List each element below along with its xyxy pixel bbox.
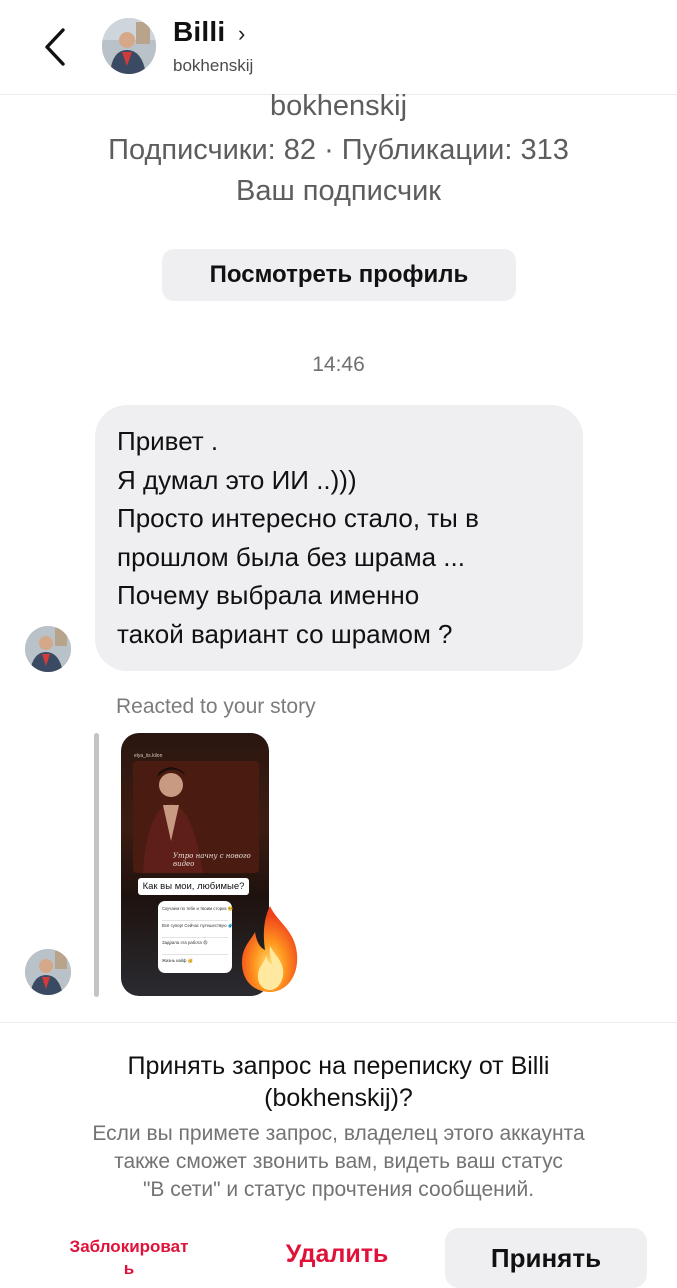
message-line: Почему выбрала именно xyxy=(117,580,420,610)
message-line: Привет . xyxy=(117,426,219,456)
reply-indicator-bar xyxy=(94,733,99,997)
message-line: прошлом была без шрама ... xyxy=(117,541,465,572)
divider xyxy=(162,954,228,955)
divider xyxy=(162,920,228,921)
chevron-right-icon[interactable]: › xyxy=(238,21,245,47)
request-desc-line: "В сети" и статус прочтения сообщений. xyxy=(142,1178,535,1201)
request-title-line: Принять запрос на переписку от Billi xyxy=(127,1052,550,1080)
block-button[interactable]: Заблокироват ь xyxy=(46,1236,212,1280)
message-line: такой вариант со шрамом ? xyxy=(117,618,453,649)
story-caption: Утро начну с нового видео xyxy=(173,852,251,868)
back-arrow-icon[interactable] xyxy=(38,24,78,70)
request-title-line: (bokhenskij)? xyxy=(264,1084,413,1112)
request-desc-line: также сможет звонить вам, видеть ваш ста… xyxy=(114,1150,563,1173)
view-profile-button[interactable]: Посмотреть профиль xyxy=(162,249,516,301)
divider xyxy=(162,937,228,938)
header-name[interactable]: Billi xyxy=(173,16,225,48)
request-desc-line: Если вы примете запрос, владелец этого а… xyxy=(92,1122,585,1145)
message-line: Просто интересно стало, ты в xyxy=(117,503,479,533)
accept-button[interactable]: Принять xyxy=(445,1228,647,1288)
story-answer: Всё супер! Сейчас путешествую 🧳 xyxy=(162,923,234,928)
header-username: bokhenskij xyxy=(173,56,254,75)
block-label: ь xyxy=(123,1259,135,1278)
sender-avatar[interactable] xyxy=(25,949,71,995)
story-handle: elya_iis.kilon xyxy=(134,753,163,759)
request-title: Принять запрос на переписку от Billi (bo… xyxy=(0,1050,677,1114)
message-bubble[interactable]: Привет . Я думал это ИИ ..))) Просто инт… xyxy=(95,405,583,671)
sender-avatar[interactable] xyxy=(25,626,71,672)
block-label: Заблокироват xyxy=(69,1237,189,1256)
story-answer: Скучаем по тебе и твоим сториз 🥺 xyxy=(162,906,234,911)
story-answer: Жизнь кайф 🥳 xyxy=(162,958,193,963)
request-description: Если вы примете запрос, владелец этого а… xyxy=(0,1120,677,1204)
reacted-to-story-label: Reacted to your story xyxy=(116,695,316,718)
delete-button[interactable]: Удалить xyxy=(262,1240,412,1269)
story-answers-card: Скучаем по тебе и твоим сториз 🥺 Всё суп… xyxy=(158,901,234,973)
chat-header: Billi › bokhenskij xyxy=(0,0,677,95)
profile-stats: Подписчики: 82 · Публикации: 313 xyxy=(108,134,569,166)
message-timestamp: 14:46 xyxy=(312,353,365,376)
message-line: Я думал это ИИ ..))) xyxy=(117,464,357,495)
follow-status: Ваш подписчик xyxy=(236,175,441,207)
header-avatar[interactable] xyxy=(102,18,156,74)
story-answer: Задрала эта работа 😩 xyxy=(162,940,208,945)
fire-emoji xyxy=(241,906,298,992)
profile-username: bokhenskij xyxy=(269,90,408,122)
story-question-sticker: Как вы мои, любимые? xyxy=(138,878,249,895)
